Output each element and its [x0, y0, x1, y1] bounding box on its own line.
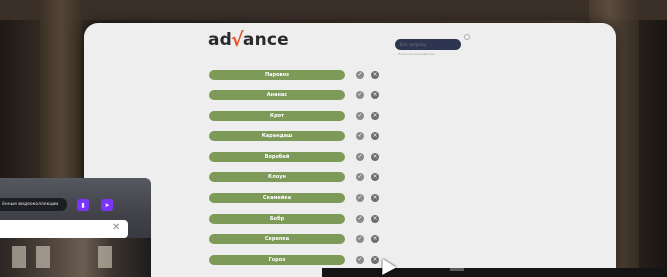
word-pill[interactable]: Крот: [209, 110, 345, 121]
bottom-taskbar: [322, 268, 667, 277]
background-top: [0, 0, 667, 20]
word-pill[interactable]: Клоун: [209, 172, 345, 183]
close-circle-icon[interactable]: ×: [371, 111, 379, 120]
video-overlay-panel: ённые видеоколлекции ▮ ➤ ✕: [0, 178, 151, 277]
check-circle-icon[interactable]: ✓: [356, 173, 364, 182]
close-circle-icon[interactable]: ×: [371, 194, 379, 203]
thumbnail-window-shape: [98, 246, 112, 268]
logo-suffix: ance: [242, 30, 289, 50]
close-circle-icon[interactable]: ×: [371, 91, 379, 100]
close-circle-icon[interactable]: ×: [371, 235, 379, 244]
word-pill[interactable]: Паровоз: [209, 69, 345, 80]
list-item: Скамейка ✓ ×: [209, 188, 379, 208]
list-item: Паровоз ✓ ×: [209, 65, 379, 85]
search-input[interactable]: [395, 39, 461, 50]
word-pill[interactable]: Горох: [209, 254, 345, 265]
word-pill[interactable]: Скрепка: [209, 234, 345, 245]
list-item: Ананас ✓ ×: [209, 86, 379, 106]
search-hint: Поиск по всем работам: [398, 52, 435, 56]
list-item: Скрепка ✓ ×: [209, 229, 379, 249]
word-pill[interactable]: Воробей: [209, 151, 345, 162]
list-item: Воробей ✓ ×: [209, 147, 379, 167]
word-list: Паровоз ✓ × Ананас ✓ × Крот ✓ × Карандаш…: [209, 65, 379, 270]
video-thumbnail[interactable]: [0, 238, 151, 277]
app-logo: ad √ ance: [208, 29, 289, 51]
list-item: Горох ✓ ×: [209, 250, 379, 270]
send-icon[interactable]: ➤: [101, 199, 113, 211]
search-area: Поиск по всем работам: [395, 31, 461, 56]
check-circle-icon[interactable]: ✓: [356, 152, 364, 161]
close-circle-icon[interactable]: ×: [371, 173, 379, 182]
list-item: Бобр ✓ ×: [209, 209, 379, 229]
word-pill[interactable]: Бобр: [209, 213, 345, 224]
logo-prefix: ad: [208, 30, 233, 50]
thumbnail-window-shape: [36, 246, 50, 268]
overlay-input-field[interactable]: [0, 220, 128, 238]
close-icon[interactable]: ✕: [112, 223, 120, 233]
list-item: Клоун ✓ ×: [209, 168, 379, 188]
close-circle-icon[interactable]: ×: [371, 152, 379, 161]
thumbnail-window-shape: [12, 246, 26, 268]
collections-bar[interactable]: ённые видеоколлекции: [0, 198, 67, 211]
bottom-tab-indicator[interactable]: [450, 268, 464, 271]
close-circle-icon[interactable]: ×: [371, 70, 379, 79]
close-circle-icon[interactable]: ×: [371, 214, 379, 223]
chart-icon[interactable]: ▮: [77, 199, 89, 211]
check-circle-icon[interactable]: ✓: [356, 70, 364, 79]
check-circle-icon[interactable]: ✓: [356, 91, 364, 100]
check-circle-icon[interactable]: ✓: [356, 255, 364, 264]
word-pill[interactable]: Карандаш: [209, 131, 345, 142]
app-window: ad√ance Поиск по всем работам Паровоз ✓ …: [84, 23, 616, 277]
word-pill[interactable]: Скамейка: [209, 193, 345, 204]
check-circle-icon[interactable]: ✓: [356, 235, 364, 244]
word-pill[interactable]: Ананас: [209, 90, 345, 101]
list-item: Карандаш ✓ ×: [209, 127, 379, 147]
check-circle-icon[interactable]: ✓: [356, 132, 364, 141]
close-circle-icon[interactable]: ×: [371, 132, 379, 141]
check-circle-icon[interactable]: ✓: [356, 194, 364, 203]
list-item: Крот ✓ ×: [209, 106, 379, 126]
check-circle-icon[interactable]: ✓: [356, 214, 364, 223]
check-circle-icon[interactable]: ✓: [356, 111, 364, 120]
search-icon[interactable]: [464, 34, 470, 40]
